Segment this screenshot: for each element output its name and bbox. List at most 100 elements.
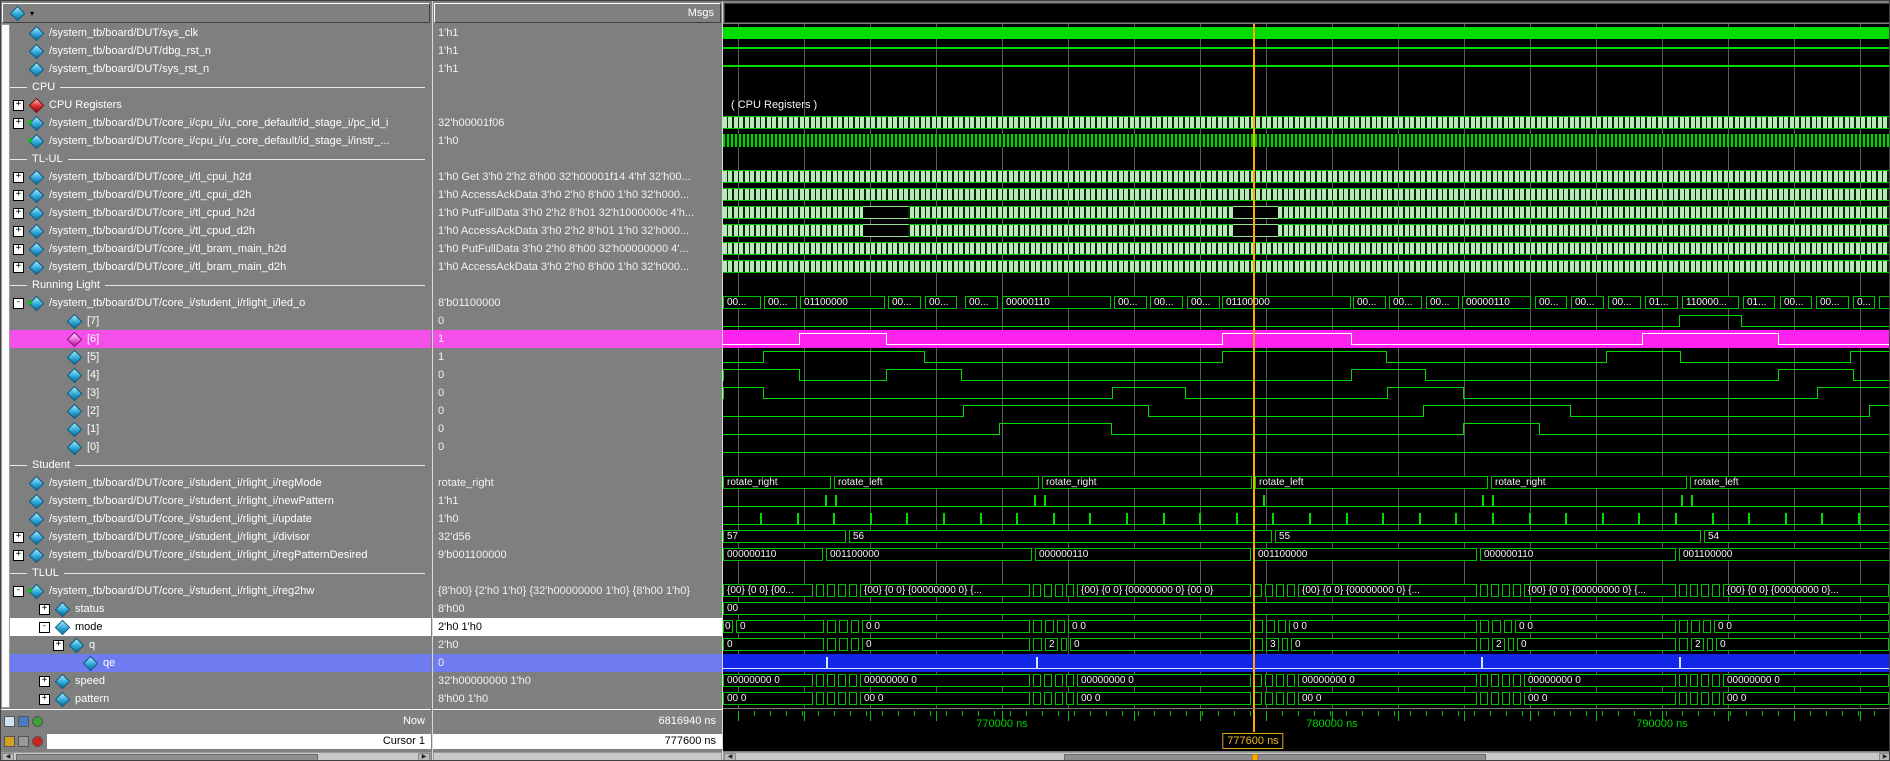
signal-row-update[interactable]: /system_tb/board/DUT/core_i/student_i/rl…	[1, 510, 431, 528]
expand-toggle[interactable]: +	[39, 603, 50, 615]
cursor-track[interactable]: 777600 ns	[723, 732, 1889, 751]
signal-row-pc-id-i[interactable]: + /system_tb/board/DUT/core_i/cpu_i/u_cor…	[1, 114, 431, 132]
scroll-left-arrow[interactable]: ◀	[2, 753, 14, 760]
wrench-icon[interactable]	[18, 736, 29, 747]
chevron-down-icon: ▾	[30, 8, 35, 18]
wave-row-divisor: 57 56 55 54	[723, 528, 1889, 546]
cursor-time-badge[interactable]: 777600 ns	[1222, 733, 1284, 749]
cursor-line[interactable]	[1253, 24, 1255, 708]
signal-row-tl-cpud-h2d[interactable]: + /system_tb/board/DUT/core_i/tl_cpud_h2d	[1, 204, 431, 222]
signal-row-q[interactable]: + q	[1, 636, 431, 654]
expand-toggle[interactable]: +	[13, 99, 24, 111]
signal-row-tl-cpud-d2h[interactable]: + /system_tb/board/DUT/core_i/tl_cpud_d2h	[1, 222, 431, 240]
timeline-ruler[interactable]: 770000 ns 780000 ns 790000 ns	[723, 709, 1889, 732]
signal-row-tl-bram-main-d2h[interactable]: + /system_tb/board/DUT/core_i/tl_bram_mai…	[1, 258, 431, 276]
wave-scroll-right-arrow[interactable]: ▶	[1879, 753, 1889, 760]
lock-icon[interactable]	[4, 736, 15, 747]
signal-row-qe[interactable]: qe	[1, 654, 431, 672]
left-scroll-thumb[interactable]	[16, 754, 318, 760]
expand-toggle[interactable]: -	[13, 585, 24, 597]
wave-header	[724, 3, 1889, 23]
signal-value-divisor: 32'd56	[438, 531, 471, 543]
signal-value-cpu	[433, 78, 722, 96]
expand-toggle[interactable]: +	[39, 675, 50, 687]
signal-row-pattern[interactable]: + pattern	[1, 690, 431, 708]
wave-horizontal-scrollbar[interactable]: ◀ ▶	[723, 752, 1889, 760]
signal-row-divisor[interactable]: + /system_tb/board/DUT/core_i/student_i/r…	[1, 528, 431, 546]
expand-toggle[interactable]: +	[13, 189, 24, 201]
signal-row-tl-bram-main-h2d[interactable]: + /system_tb/board/DUT/core_i/tl_bram_mai…	[1, 240, 431, 258]
signal-name: /system_tb/board/DUT/core_i/tl_cpud_h2d	[49, 207, 256, 219]
group-divider-student[interactable]: Student	[1, 456, 431, 474]
signal-row-7[interactable]: [7]	[1, 312, 431, 330]
expand-toggle[interactable]: +	[53, 639, 64, 651]
signal-row-1[interactable]: [1]	[1, 420, 431, 438]
signal-value-student	[433, 456, 722, 474]
signal-row-tl-cpui-h2d[interactable]: + /system_tb/board/DUT/core_i/tl_cpui_h2d	[1, 168, 431, 186]
expand-toggle[interactable]: -	[39, 621, 50, 633]
scroll-right-arrow[interactable]: ▶	[418, 753, 430, 760]
add-cursor-icon[interactable]	[32, 715, 43, 727]
signal-row-6[interactable]: [6]	[1, 330, 431, 348]
export-icon[interactable]	[4, 715, 15, 727]
cursor-time-field[interactable]: 777600 ns	[433, 734, 722, 749]
wave-row-led-o: 00... 00... 01100000 00... 00... 00... 0000011…	[723, 294, 1889, 312]
group-divider-tlul[interactable]: TLUL	[1, 564, 431, 582]
expand-toggle[interactable]: -	[13, 297, 24, 309]
signal-row-0[interactable]: [0]	[1, 438, 431, 456]
wave-scroll-left-arrow[interactable]: ◀	[724, 753, 736, 760]
signal-row-regpatterndesired[interactable]: + /system_tb/board/DUT/core_i/student_i/r…	[1, 546, 431, 564]
signal-icon	[28, 169, 45, 185]
signal-row-speed[interactable]: + speed	[1, 672, 431, 690]
now-label: Now	[402, 715, 425, 727]
expand-toggle[interactable]: +	[13, 225, 24, 237]
signal-row-sys-rst-n[interactable]: /system_tb/board/DUT/sys_rst_n	[1, 60, 431, 78]
wave-row-1	[723, 420, 1889, 438]
delete-cursor-icon[interactable]	[32, 736, 43, 747]
signal-row-3[interactable]: [3]	[1, 384, 431, 402]
expand-toggle[interactable]: +	[13, 261, 24, 273]
signal-row-status[interactable]: + status	[1, 600, 431, 618]
wave-scroll-thumb[interactable]	[1064, 754, 1486, 760]
signal-name: [0]	[87, 441, 100, 453]
signal-row-cpu-registers[interactable]: + CPU Registers	[1, 96, 431, 114]
values-horizontal-scrollbar[interactable]	[433, 752, 722, 760]
signal-row-newpattern[interactable]: /system_tb/board/DUT/core_i/student_i/rl…	[1, 492, 431, 510]
waveform-panel[interactable]: ( CPU Registers ) 00... 00... 01100000 00...…	[722, 1, 1889, 760]
signal-row-instr[interactable]: /system_tb/board/DUT/core_i/cpu_i/u_core…	[1, 132, 431, 150]
wave-row-newpattern	[723, 492, 1889, 510]
signal-row-regmode[interactable]: /system_tb/board/DUT/core_i/student_i/rl…	[1, 474, 431, 492]
signal-row-dbg-rst-n[interactable]: /system_tb/board/DUT/dbg_rst_n	[1, 42, 431, 60]
signal-menu-button[interactable]: ▾	[9, 5, 35, 21]
divider-label: TL-UL	[32, 153, 63, 165]
signal-row-4[interactable]: [4]	[1, 366, 431, 384]
tree-vertical-scrollbar[interactable]	[1, 24, 10, 708]
expand-toggle[interactable]: +	[13, 207, 24, 219]
signal-icon	[66, 439, 83, 455]
group-divider-running-light[interactable]: Running Light	[1, 276, 431, 294]
signal-icon	[28, 493, 45, 509]
signal-row-2[interactable]: [2]	[1, 402, 431, 420]
signal-name: /system_tb/board/DUT/core_i/student_i/rl…	[49, 297, 306, 309]
expand-toggle[interactable]: +	[13, 549, 24, 561]
expand-toggle[interactable]: +	[13, 117, 24, 129]
expand-toggle[interactable]: +	[13, 531, 24, 543]
signal-icon	[66, 313, 83, 329]
signal-row-reg2hw[interactable]: - /system_tb/board/DUT/core_i/student_i/r…	[1, 582, 431, 600]
group-divider-cpu[interactable]: CPU	[1, 78, 431, 96]
expand-toggle[interactable]: +	[13, 243, 24, 255]
expand-toggle[interactable]: +	[13, 171, 24, 183]
expand-toggle[interactable]: +	[39, 693, 50, 705]
signal-row-led-o[interactable]: - /system_tb/board/DUT/core_i/student_i/r…	[1, 294, 431, 312]
window-icon[interactable]	[18, 715, 29, 727]
signal-name: /system_tb/board/DUT/core_i/tl_cpui_h2d	[49, 171, 252, 183]
timeline-label: 770000 ns	[976, 718, 1028, 730]
signal-name: /system_tb/board/DUT/core_i/tl_bram_main…	[49, 243, 287, 255]
left-horizontal-scrollbar[interactable]: ◀ ▶	[1, 752, 431, 760]
signal-row-5[interactable]: [5]	[1, 348, 431, 366]
signal-row-tl-cpui-d2h[interactable]: + /system_tb/board/DUT/core_i/tl_cpui_d2h	[1, 186, 431, 204]
group-divider-tl-ul[interactable]: TL-UL	[1, 150, 431, 168]
signal-row-mode[interactable]: - mode	[1, 618, 431, 636]
signal-row-sys-clk[interactable]: /system_tb/board/DUT/sys_clk	[1, 24, 431, 42]
cursor-name-field[interactable]: Cursor 1	[47, 734, 431, 749]
